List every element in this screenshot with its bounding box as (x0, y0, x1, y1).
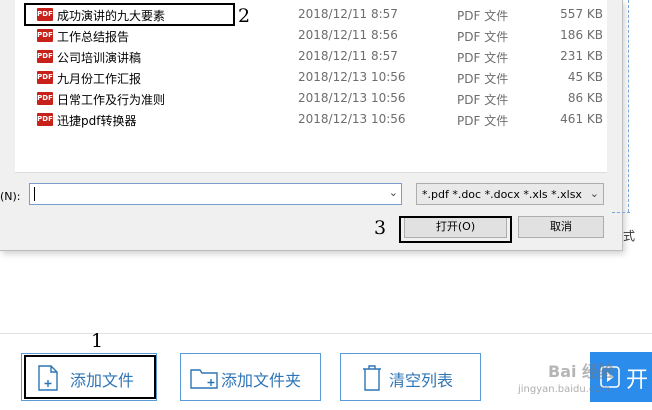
pdf-icon: PDF (37, 50, 53, 63)
clear-list-button[interactable]: 清空列表 (340, 353, 481, 401)
file-type: PDF 文件 (457, 9, 509, 23)
cancel-button[interactable]: 取消 (518, 216, 604, 238)
clear-list-label: 清空列表 (389, 371, 454, 390)
file-name: 公司培训演讲稿 (57, 51, 142, 65)
file-name: 九月份工作汇报 (57, 72, 142, 86)
file-size: 557 KB (560, 7, 603, 21)
file-name: 日常工作及行为准则 (57, 93, 166, 107)
table-row[interactable]: PDF 公司培训演讲稿 2018/12/11 8:57 PDF 文件 231 K… (15, 46, 607, 67)
pdf-icon: PDF (37, 29, 53, 42)
file-size: 231 KB (560, 49, 603, 63)
file-name: 工作总结报告 (57, 30, 130, 44)
background-text: 式 (623, 229, 636, 243)
annotation-box-1 (24, 355, 156, 399)
file-size: 461 KB (560, 112, 603, 126)
file-size: 45 KB (567, 70, 603, 84)
pdf-icon: PDF (37, 113, 53, 126)
file-date: 2018/12/13 10:56 (298, 112, 406, 126)
chevron-down-icon[interactable]: ⌄ (389, 186, 398, 199)
annotation-box-3 (399, 216, 512, 243)
file-type-filter: *.pdf *.doc *.docx *.xls *.xlsx (422, 188, 582, 201)
file-date: 2018/12/13 10:56 (298, 70, 406, 84)
file-type: PDF 文件 (457, 30, 509, 44)
file-open-dialog: PDF 成功演讲的九大要素 2018/12/11 8:57 PDF 文件 557… (0, 0, 623, 251)
file-type: PDF 文件 (457, 114, 509, 128)
file-type-select[interactable]: *.pdf *.doc *.docx *.xls *.xlsx ⌄ (416, 183, 604, 205)
folder-add-icon (190, 369, 218, 389)
table-row[interactable]: PDF 日常工作及行为准则 2018/12/13 10:56 PDF 文件 86… (15, 88, 607, 109)
file-date: 2018/12/11 8:57 (298, 7, 398, 21)
file-type: PDF 文件 (457, 51, 509, 65)
watermark-url: jingyan.baidu.com (518, 384, 611, 395)
drop-zone-border (628, 0, 629, 212)
table-row[interactable]: PDF 迅捷pdf转换器 2018/12/13 10:56 PDF 文件 461… (15, 109, 607, 130)
annotation-box-2 (24, 3, 235, 26)
trash-icon (363, 365, 381, 391)
text-caret (34, 187, 35, 201)
file-size: 186 KB (560, 28, 603, 42)
table-row[interactable]: PDF 九月份工作汇报 2018/12/13 10:56 PDF 文件 45 K… (15, 67, 607, 88)
file-date: 2018/12/11 8:56 (298, 28, 398, 42)
drop-zone-border (612, 212, 630, 213)
file-size: 86 KB (567, 91, 603, 105)
add-folder-label: 添加文件夹 (221, 371, 302, 390)
file-date: 2018/12/13 10:56 (298, 91, 406, 105)
file-name: 迅捷pdf转换器 (57, 114, 137, 128)
file-type: PDF 文件 (457, 72, 509, 86)
annotation-number-2: 2 (238, 5, 251, 27)
file-type: PDF 文件 (457, 93, 509, 107)
chevron-down-icon[interactable]: ⌄ (590, 187, 599, 200)
pdf-icon: PDF (37, 92, 53, 105)
filename-input[interactable]: ⌄ (29, 183, 402, 205)
add-folder-button[interactable]: 添加文件夹 (180, 353, 321, 401)
filename-label: (N): (0, 190, 21, 203)
annotation-number-1: 1 (91, 330, 104, 352)
annotation-number-3: 3 (374, 217, 387, 239)
pdf-icon: PDF (37, 71, 53, 84)
watermark-logo: Bai 经验 (548, 362, 615, 381)
file-date: 2018/12/11 8:57 (298, 49, 398, 63)
table-row[interactable]: PDF 工作总结报告 2018/12/11 8:56 PDF 文件 186 KB (15, 25, 607, 46)
start-label: 开 (626, 368, 649, 393)
